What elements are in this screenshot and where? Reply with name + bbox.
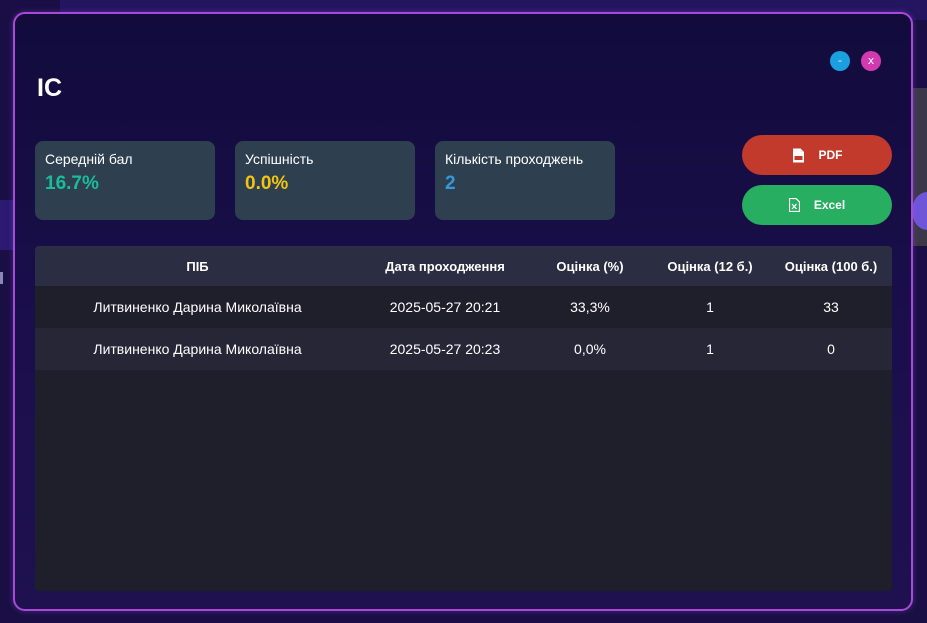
table-row[interactable]: Литвиненко Дарина Миколаївна 2025-05-27 … [35,286,892,328]
stat-value: 0.0% [245,173,289,194]
cell-score-12: 1 [706,341,714,357]
column-header-score-12[interactable]: Оцінка (12 б.) [650,246,770,286]
cell-date: 2025-05-27 20:21 [389,299,501,315]
excel-file-icon [788,198,800,212]
cell-score-100: 0 [827,341,835,357]
background-text-fragment [0,272,3,284]
cell-name: Литвиненко Дарина Миколаївна [93,299,302,315]
column-header-score-percent[interactable]: Оцінка (%) [530,246,650,286]
column-header-score-100[interactable]: Оцінка (100 б.) [770,246,892,286]
cell-date: 2025-05-27 20:23 [389,341,501,357]
background-sidebar-fragment [0,200,14,250]
export-excel-button[interactable]: Excel [742,185,892,225]
cell-score-100: 33 [823,299,839,315]
cell-score-percent: 0,0% [574,341,606,357]
stat-label: Успішність [245,151,314,167]
minimize-button[interactable]: - [830,51,850,71]
export-pdf-label: PDF [818,148,843,162]
close-button[interactable]: x [861,51,881,71]
cell-score-12: 1 [706,299,714,315]
stat-value: 2 [445,173,456,194]
cell-score-percent: 33,3% [570,299,610,315]
stat-label: Середній бал [45,151,133,167]
stat-label: Кількість проходжень [445,151,584,167]
stat-card-success-rate: Успішність 0.0% [235,141,415,220]
cell-name: Литвиненко Дарина Миколаївна [93,341,302,357]
stat-card-average-score: Середній бал 16.7% [35,141,215,220]
stat-card-attempts-count: Кількість проходжень 2 [435,141,615,220]
stat-value: 16.7% [45,173,99,194]
export-pdf-button[interactable]: PDF [742,135,892,175]
results-dialog: - x IC Середній бал 16.7% Успішність 0.0… [13,12,913,611]
pdf-file-icon [792,148,805,163]
dialog-title: IC [37,74,62,102]
results-table: ПІБ Дата проходження Оцінка (%) Оцінка (… [35,246,892,591]
table-header-row: ПІБ Дата проходження Оцінка (%) Оцінка (… [35,246,892,286]
column-header-date[interactable]: Дата проходження [360,246,530,286]
table-row[interactable]: Литвиненко Дарина Миколаївна 2025-05-27 … [35,328,892,370]
column-header-name[interactable]: ПІБ [35,246,360,286]
export-excel-label: Excel [813,198,846,212]
